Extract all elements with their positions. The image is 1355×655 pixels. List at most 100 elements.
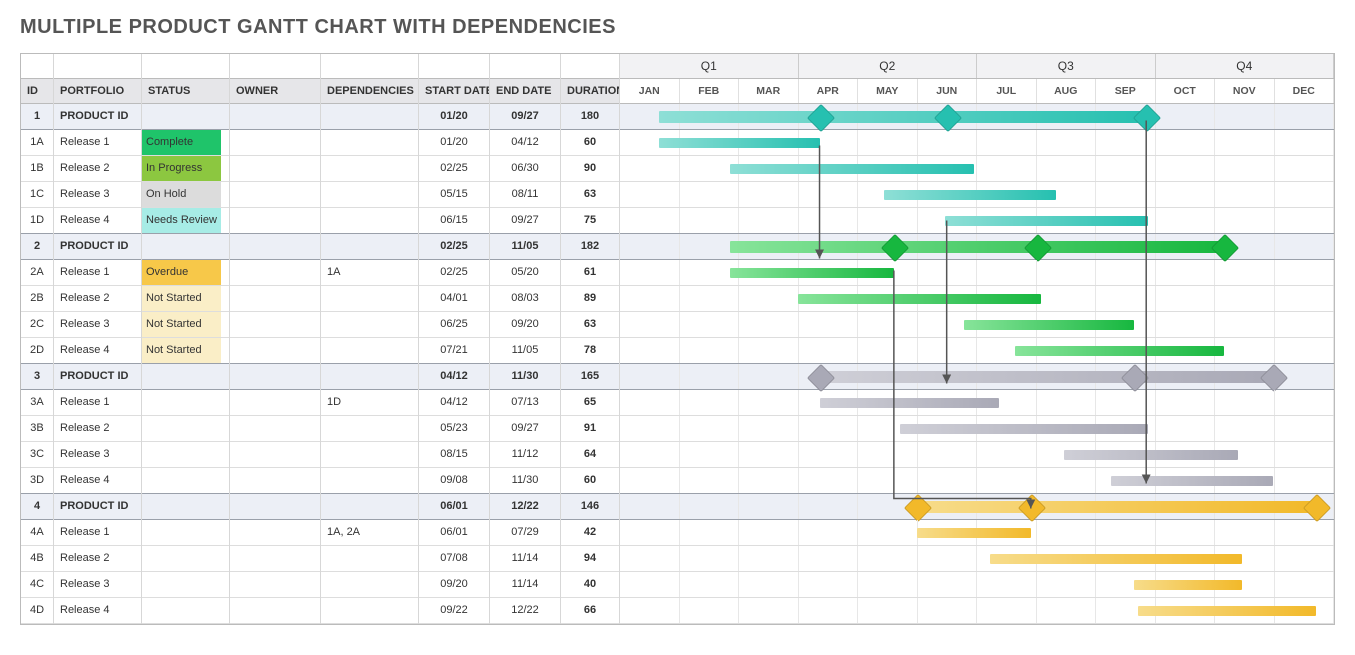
cell-duration: 42	[561, 520, 619, 546]
col-portfolio: PORTFOLIO PRODUCT IDRelease 1Release 2Re…	[54, 54, 142, 624]
cell-status	[142, 468, 229, 494]
cell-duration: 165	[561, 364, 619, 390]
month-cell: AUG	[1037, 79, 1097, 103]
cell-id: 3A	[21, 390, 53, 416]
month-cell: JUN	[918, 79, 978, 103]
cell-portfolio: Release 2	[54, 286, 141, 312]
cell-dependencies	[321, 130, 418, 156]
cell-dependencies	[321, 468, 418, 494]
cell-end: 11/30	[490, 364, 560, 390]
cell-duration: 182	[561, 234, 619, 260]
cell-status: Complete	[142, 130, 229, 156]
timeline-row	[620, 390, 1334, 416]
timeline-row	[620, 468, 1334, 494]
cell-duration: 75	[561, 208, 619, 234]
cell-id: 3	[21, 364, 53, 390]
timeline-row	[620, 156, 1334, 182]
month-cell: MAR	[739, 79, 799, 103]
status-pill: Complete	[142, 130, 221, 155]
quarter-cell: Q1	[620, 54, 799, 78]
cell-dependencies	[321, 494, 418, 520]
cell-duration: 78	[561, 338, 619, 364]
timeline-row	[620, 260, 1334, 286]
status-pill: Not Started	[142, 286, 221, 311]
cell-owner	[230, 234, 320, 260]
month-cell: FEB	[680, 79, 740, 103]
cell-id: 2D	[21, 338, 53, 364]
milestone-diamond-icon	[806, 363, 834, 391]
milestone-diamond-icon	[1121, 363, 1149, 391]
gantt-timeline: Q1Q2Q3Q4 JANFEBMARAPRMAYJUNJULAUGSEPOCTN…	[620, 54, 1334, 624]
hdr-portfolio: PORTFOLIO	[54, 79, 141, 104]
cell-portfolio: PRODUCT ID	[54, 494, 141, 520]
cell-start: 01/20	[419, 130, 489, 156]
gantt-bar	[1111, 476, 1273, 486]
gantt-bar	[884, 190, 1056, 200]
cell-id: 2A	[21, 260, 53, 286]
milestone-diamond-icon	[806, 103, 834, 131]
cell-dependencies	[321, 156, 418, 182]
col-start: START DATE 01/2001/2002/2505/1506/1502/2…	[419, 54, 490, 624]
cell-duration: 61	[561, 260, 619, 286]
col-dependencies: DEPENDENCIES 1A 1D 1A, 2A	[321, 54, 419, 624]
gantt-bar	[820, 398, 1000, 408]
cell-duration: 66	[561, 598, 619, 624]
cell-id: 1A	[21, 130, 53, 156]
month-cell: JAN	[620, 79, 680, 103]
cell-owner	[230, 468, 320, 494]
hdr-end: END DATE	[490, 79, 560, 104]
cell-status: On Hold	[142, 182, 229, 208]
month-cell: NOV	[1215, 79, 1275, 103]
gantt-bar	[945, 216, 1148, 226]
cell-id: 1B	[21, 156, 53, 182]
col-duration: DURATION 1806090637518261896378165659164…	[561, 54, 620, 624]
cell-id: 1C	[21, 182, 53, 208]
cell-status: Overdue	[142, 260, 229, 286]
gantt-bar	[990, 554, 1242, 564]
timeline-row	[620, 182, 1334, 208]
cell-portfolio: Release 4	[54, 338, 141, 364]
timeline-row	[620, 598, 1334, 624]
cell-owner	[230, 416, 320, 442]
cell-status	[142, 416, 229, 442]
quarter-cell: Q3	[977, 54, 1156, 78]
cell-end: 07/29	[490, 520, 560, 546]
cell-dependencies	[321, 416, 418, 442]
cell-duration: 40	[561, 572, 619, 598]
col-owner: OWNER	[230, 54, 321, 624]
cell-end: 11/30	[490, 468, 560, 494]
cell-portfolio: Release 3	[54, 182, 141, 208]
cell-end: 04/12	[490, 130, 560, 156]
col-status: STATUS CompleteIn ProgressOn HoldNeeds R…	[142, 54, 230, 624]
milestone-diamond-icon	[881, 233, 909, 261]
cell-status: Not Started	[142, 338, 229, 364]
cell-dependencies: 1A, 2A	[321, 520, 418, 546]
cell-owner	[230, 338, 320, 364]
cell-status	[142, 104, 229, 130]
gantt-bar	[730, 164, 975, 174]
cell-owner	[230, 572, 320, 598]
cell-portfolio: Release 2	[54, 156, 141, 182]
month-cell: DEC	[1275, 79, 1335, 103]
gantt-bar	[730, 268, 894, 278]
hdr-duration: DURATION	[561, 79, 619, 104]
cell-dependencies	[321, 338, 418, 364]
cell-owner	[230, 156, 320, 182]
gantt-bar	[820, 371, 1274, 383]
timeline-row	[620, 572, 1334, 598]
month-cell: MAY	[858, 79, 918, 103]
gantt-bar	[1064, 450, 1238, 460]
cell-start: 05/23	[419, 416, 489, 442]
cell-dependencies	[321, 546, 418, 572]
cell-status: Needs Review	[142, 208, 229, 234]
cell-start: 06/01	[419, 520, 489, 546]
gantt-bar	[917, 501, 1316, 513]
milestone-diamond-icon	[1260, 363, 1288, 391]
milestone-diamond-icon	[1024, 233, 1052, 261]
cell-dependencies	[321, 598, 418, 624]
cell-dependencies	[321, 572, 418, 598]
cell-portfolio: Release 1	[54, 520, 141, 546]
cell-status	[142, 546, 229, 572]
month-cell: SEP	[1096, 79, 1156, 103]
cell-status	[142, 234, 229, 260]
